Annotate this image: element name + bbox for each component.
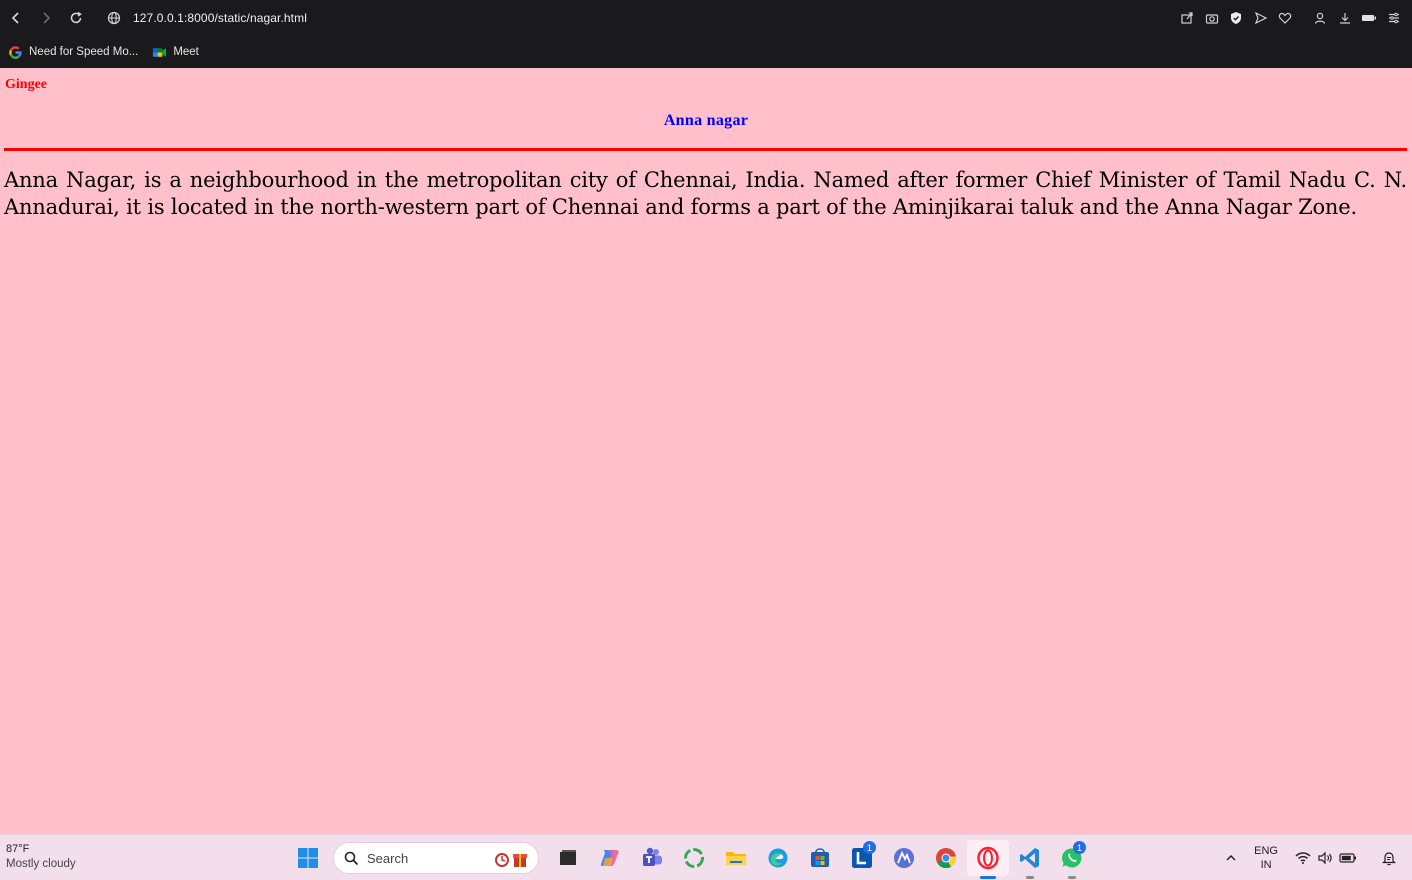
- search-icon: [344, 851, 359, 865]
- taskbar-app-vscode[interactable]: [1009, 840, 1051, 879]
- reload-button[interactable]: [61, 3, 91, 33]
- edge-icon: [768, 848, 788, 868]
- taskbar-app-teams[interactable]: [631, 840, 673, 876]
- search-placeholder: Search: [367, 850, 409, 866]
- language-indicator[interactable]: ENG IN: [1254, 844, 1278, 872]
- folder-icon: [726, 852, 746, 865]
- chevron-up-icon: [1226, 854, 1236, 861]
- window-app-icon: [560, 850, 576, 865]
- download-icon[interactable]: [1332, 6, 1357, 30]
- forward-button[interactable]: [31, 3, 61, 33]
- url-text[interactable]: 127.0.0.1:8000/static/nagar.html: [133, 11, 307, 25]
- windows-taskbar: 87°F Mostly cloudy Search 1 1 ENG IN: [0, 834, 1412, 880]
- show-hidden-icons-button[interactable]: [1216, 852, 1246, 864]
- vector-app-icon: [894, 848, 914, 868]
- running-indicator: [1068, 876, 1076, 879]
- taskbar-app-copilot[interactable]: [589, 840, 631, 876]
- taskbar-app-file-explorer[interactable]: [715, 840, 757, 876]
- address-bar[interactable]: 127.0.0.1:8000/static/nagar.html: [101, 5, 307, 31]
- browser-chrome: 127.0.0.1:8000/static/nagar.html Need fo…: [0, 0, 1412, 68]
- notifications-button[interactable]: [1374, 850, 1404, 866]
- back-arrow-icon: [11, 12, 19, 24]
- google-meet-icon: [152, 45, 167, 60]
- battery-icon: [1339, 851, 1357, 865]
- taskbar-app-whatsapp[interactable]: 1: [1051, 840, 1093, 879]
- site-name: Gingee: [5, 77, 47, 92]
- windows-logo-icon: [298, 848, 318, 868]
- bookmark-label: Need for Speed Mo...: [29, 46, 139, 58]
- share-icon[interactable]: [1175, 6, 1200, 30]
- page-title: Anna nagar: [663, 112, 749, 129]
- shield-icon[interactable]: [1224, 6, 1249, 30]
- language-code: ENG: [1254, 845, 1278, 857]
- taskbar-app-opera[interactable]: [967, 840, 1009, 879]
- nav-buttons: [1, 3, 91, 33]
- notification-bell-icon: [1382, 852, 1396, 866]
- region-code: IN: [1260, 859, 1272, 871]
- browser-toolbar: 127.0.0.1:8000/static/nagar.html: [0, 0, 1412, 36]
- send-icon[interactable]: [1248, 6, 1273, 30]
- taskbar-search[interactable]: Search: [333, 842, 539, 874]
- camera-icon[interactable]: [1199, 6, 1224, 30]
- google-g-icon: [8, 45, 23, 60]
- quick-settings[interactable]: [1292, 851, 1360, 865]
- heart-icon[interactable]: [1273, 6, 1298, 30]
- browser-right-toolbar: [1175, 0, 1406, 36]
- web-page: Gingee Anna nagar Anna Nagar, is a neigh…: [0, 68, 1412, 834]
- vscode-icon: [1020, 848, 1039, 868]
- taskbar-app-green-ring[interactable]: [673, 840, 715, 876]
- profile-icon[interactable]: [1308, 6, 1333, 30]
- easy-setup-icon[interactable]: [1381, 6, 1406, 30]
- taskbar-app-dark-window[interactable]: [547, 840, 589, 876]
- weather-widget[interactable]: 87°F Mostly cloudy: [6, 842, 76, 872]
- running-indicator: [980, 876, 996, 879]
- reload-icon: [70, 11, 82, 24]
- taskbar-app-edge[interactable]: [757, 840, 799, 876]
- bookmark-label: Meet: [173, 46, 199, 58]
- taskbar-app-vector[interactable]: [883, 840, 925, 876]
- article-paragraph: Anna Nagar, is a neighbourhood in the me…: [4, 168, 1407, 219]
- taskbar-apps: Search 1 1: [293, 840, 1093, 879]
- notification-badge: 1: [1073, 841, 1086, 854]
- search-highlight-icon: [494, 849, 530, 869]
- store-icon: [811, 848, 829, 867]
- wifi-icon: [1295, 851, 1311, 865]
- weather-description: Mostly cloudy: [6, 858, 76, 870]
- teams-icon: [643, 847, 662, 866]
- opera-icon: [977, 846, 999, 870]
- horizontal-rule: [4, 148, 1407, 151]
- globe-icon: [101, 5, 127, 31]
- chrome-icon: [936, 848, 957, 869]
- running-indicator: [1026, 876, 1034, 879]
- bookmarks-bar: Need for Speed Mo... Meet: [0, 36, 1412, 68]
- taskbar-app-chrome[interactable]: [925, 840, 967, 876]
- taskbar-app-store[interactable]: [799, 840, 841, 876]
- forward-arrow-icon: [43, 12, 51, 24]
- taskbar-app-linkedin[interactable]: 1: [841, 840, 883, 876]
- start-button[interactable]: [293, 843, 323, 873]
- bookmark-meet[interactable]: Meet: [152, 45, 199, 60]
- weather-temperature: 87°F: [6, 843, 30, 855]
- battery-saver-icon[interactable]: [1357, 6, 1382, 30]
- system-tray: ENG IN: [1216, 835, 1412, 880]
- back-button[interactable]: [1, 3, 31, 33]
- notification-badge: 1: [863, 841, 876, 854]
- green-ring-icon: [684, 848, 704, 868]
- copilot-icon: [600, 850, 619, 866]
- volume-icon: [1317, 851, 1333, 865]
- bookmark-need-for-speed[interactable]: Need for Speed Mo...: [8, 45, 138, 60]
- separator: [1298, 6, 1308, 30]
